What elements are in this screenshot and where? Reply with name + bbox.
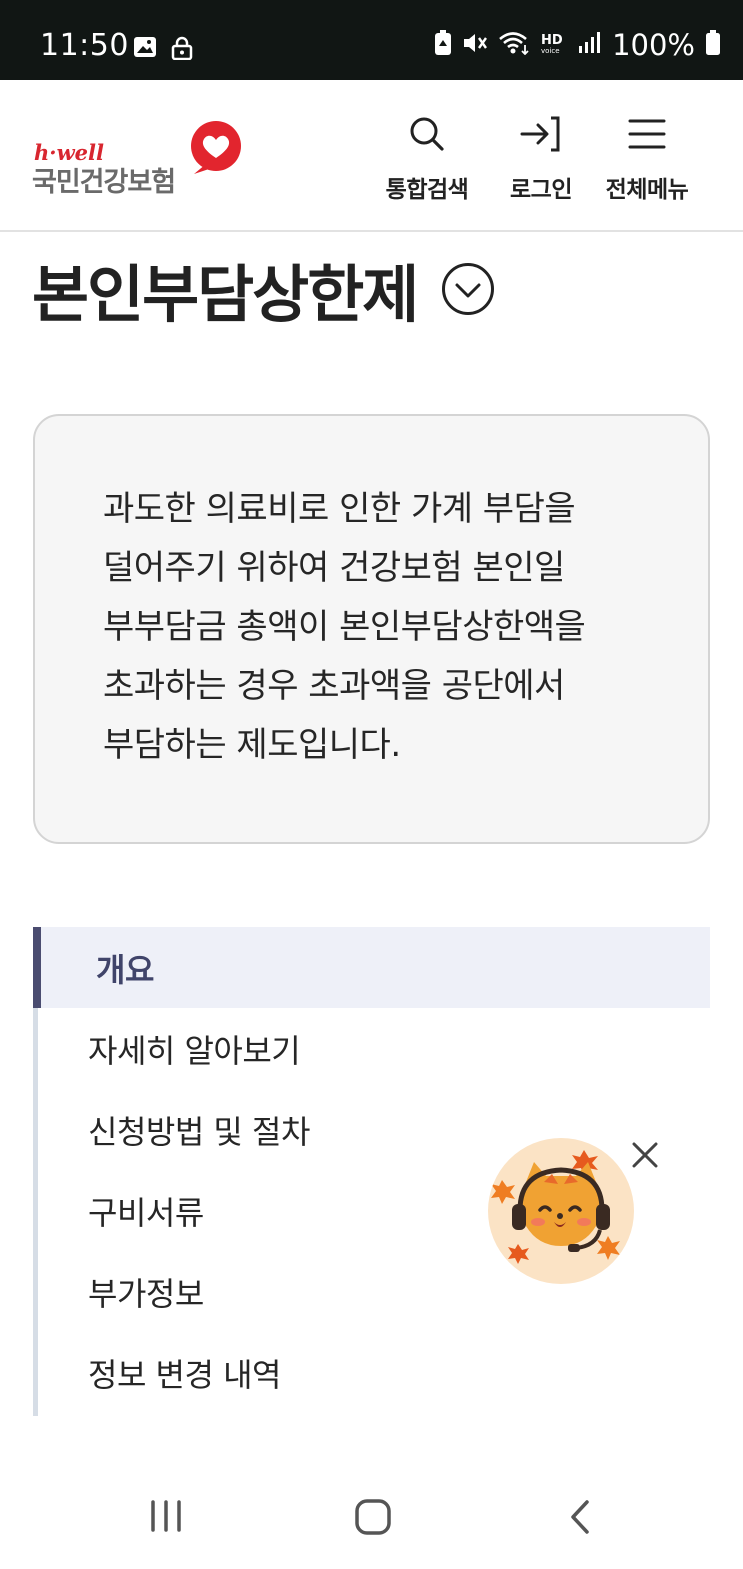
menu-icon (627, 117, 667, 155)
battery-saver-icon (434, 30, 452, 60)
all-menu-button-label: 전체메뉴 (605, 177, 689, 203)
chatbot-button[interactable] (488, 1138, 634, 1284)
intro-line: 부부담금 총액이 본인부담상한액을 (103, 607, 586, 647)
section-nav-item-details[interactable]: 자세히 알아보기 (38, 1008, 710, 1089)
status-right-icons: HD voice 100% (434, 28, 721, 62)
section-nav-item-change-history[interactable]: 정보 변경 내역 (38, 1332, 710, 1413)
intro-text: 과도한 의료비로 인한 가계 부담을 덜어주기 위하여 건강보험 본인일 부부담… (103, 480, 648, 775)
page-title-area: 본인부담상한제 (32, 244, 495, 334)
signal-icon (578, 32, 602, 58)
logo-name: 국민건강보험 (32, 167, 176, 198)
chatbot-close-icon[interactable] (628, 1138, 662, 1172)
search-button-label: 통합검색 (385, 177, 469, 203)
image-icon (133, 36, 157, 64)
login-icon (520, 114, 562, 158)
search-button[interactable]: 통합검색 (372, 114, 482, 204)
intro-line: 초과하는 경우 초과액을 공단에서 (103, 666, 565, 706)
status-left-icons (133, 36, 193, 64)
login-button[interactable]: 로그인 (486, 114, 596, 204)
site-header: h·well 국민건강보험 통합검색 로그인 전체메뉴 (0, 80, 743, 232)
page-title: 본인부담상한제 (32, 258, 419, 331)
recent-apps-icon[interactable] (148, 1498, 184, 1538)
mute-icon (462, 31, 488, 59)
system-navigation-bar (0, 1470, 743, 1569)
search-icon (407, 114, 447, 158)
nhis-logo[interactable]: h·well 국민건강보험 (32, 120, 247, 200)
chevron-down-circle-icon[interactable] (441, 262, 495, 316)
heart-logo-icon (184, 120, 244, 180)
battery-percent: 100% (612, 28, 695, 62)
svg-text:HD: HD (541, 33, 563, 48)
status-time: 11:50 (40, 28, 129, 63)
intro-line: 덜어주기 위하여 건강보험 본인일 (103, 548, 565, 588)
hd-voice-icon: HD voice (540, 31, 568, 59)
wifi-icon (498, 31, 530, 59)
intro-summary-box: 과도한 의료비로 인한 가계 부담을 덜어주기 위하여 건강보험 본인일 부부담… (33, 414, 710, 844)
intro-line: 부담하는 제도입니다. (103, 725, 401, 765)
svg-text:voice: voice (541, 47, 560, 55)
chatbot-mascot-icon (491, 1150, 620, 1264)
all-menu-button[interactable]: 전체메뉴 (592, 114, 702, 204)
login-button-label: 로그인 (510, 177, 572, 203)
home-icon[interactable] (354, 1498, 392, 1540)
lock-icon (171, 36, 193, 64)
battery-icon (705, 30, 721, 60)
status-bar: 11:50 HD voice 100% (0, 0, 743, 80)
back-icon[interactable] (566, 1498, 594, 1540)
intro-line: 과도한 의료비로 인한 가계 부담을 (103, 489, 576, 529)
section-nav-item-overview[interactable]: 개요 (33, 927, 710, 1008)
